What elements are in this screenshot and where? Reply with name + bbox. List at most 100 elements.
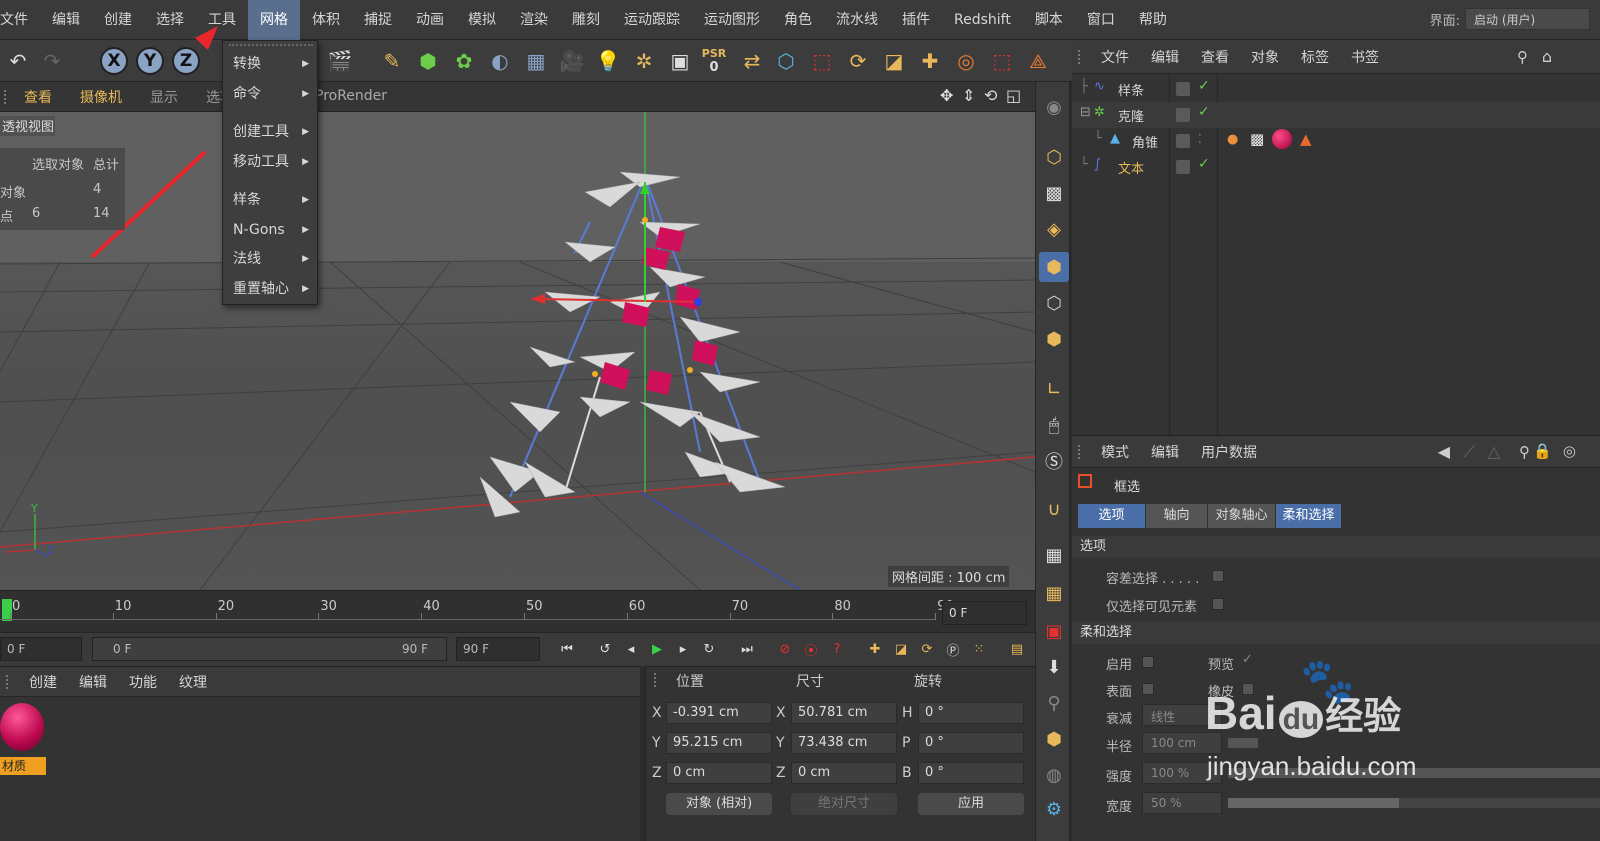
enabled-check-icon[interactable]: ✓: [1198, 104, 1210, 120]
enable-checkbox[interactable]: [1142, 656, 1154, 668]
mat-menu-create[interactable]: 创建: [18, 672, 68, 692]
axis-mode-icon[interactable]: ∟: [1039, 374, 1069, 404]
key-param-icon[interactable]: Ⓟ: [942, 638, 964, 660]
visibility-dots-icon[interactable]: ⁚: [1198, 132, 1202, 146]
key-pla-icon[interactable]: ⁙: [968, 638, 990, 660]
dropdown-item-7[interactable]: 重置轴心 ▶: [223, 276, 319, 302]
position-x-field[interactable]: -0.391 cm: [666, 702, 772, 724]
mat-menu-texture[interactable]: 纹理: [168, 672, 218, 692]
apply-button[interactable]: 应用: [918, 793, 1024, 815]
light-icon[interactable]: 💡: [592, 45, 624, 77]
visible-only-checkbox[interactable]: [1212, 598, 1224, 610]
width-field[interactable]: 50 %: [1142, 792, 1222, 814]
menu-item-18[interactable]: 脚本: [1023, 0, 1075, 40]
width-slider-track[interactable]: [1228, 798, 1600, 808]
camera-icon[interactable]: 🎥: [556, 45, 588, 77]
search-icon[interactable]: ⚲: [1517, 48, 1528, 66]
menu-item-13[interactable]: 运动图形: [692, 0, 772, 40]
size-mode-select[interactable]: 绝对尺寸: [791, 793, 897, 815]
layout-select[interactable]: 启动 (用户): [1465, 8, 1590, 30]
move-icon[interactable]: ✚: [914, 45, 946, 77]
play-icon[interactable]: ▶: [646, 638, 668, 660]
object-row-pyramid[interactable]: └ ▲ 角锥 ⁚ ● ▩ ▲: [1072, 128, 1600, 154]
menu-item-1[interactable]: 编辑: [40, 0, 92, 40]
workplane-lock-icon[interactable]: ▦: [1039, 578, 1069, 608]
current-frame-field[interactable]: 0 F: [942, 601, 1027, 625]
layer-flag[interactable]: [1176, 134, 1190, 148]
download-icon[interactable]: ⬇: [1039, 652, 1069, 682]
object-row-text[interactable]: └ ∫ 文本 ✓: [1072, 154, 1600, 180]
enabled-check-icon[interactable]: ✓: [1198, 156, 1210, 172]
undo-icon[interactable]: ↶: [2, 45, 34, 77]
object-mode-cube-icon[interactable]: ⬡: [770, 45, 802, 77]
dropdown-item-5[interactable]: N-Gons ▶: [223, 217, 319, 243]
layer-flag[interactable]: [1176, 82, 1190, 96]
range-slider[interactable]: 0 F 90 F: [92, 637, 447, 661]
viewport-move-icon[interactable]: ✥: [940, 86, 953, 105]
position-z-field[interactable]: 0 cm: [666, 762, 772, 784]
texture-tag-icon[interactable]: ▩: [1250, 130, 1264, 148]
prev-key-icon[interactable]: ↺: [594, 638, 616, 660]
om-menu-edit[interactable]: 编辑: [1140, 47, 1190, 67]
key-position-icon[interactable]: ✚: [864, 638, 886, 660]
mat-menu-edit[interactable]: 编辑: [68, 672, 118, 692]
dropdown-item-4[interactable]: 样条 ▶: [223, 187, 319, 213]
tolerance-checkbox[interactable]: [1212, 570, 1224, 582]
tab-soft-selection[interactable]: 柔和选择: [1276, 504, 1342, 528]
material-preview[interactable]: [0, 703, 44, 751]
viewport-3d[interactable]: Y Z: [0, 112, 1035, 590]
rectangle-selection-icon[interactable]: ⬚: [986, 45, 1018, 77]
om-menu-view[interactable]: 查看: [1190, 47, 1240, 67]
gizmo-z[interactable]: [694, 298, 702, 306]
tab-object-axis[interactable]: 对象轴心: [1208, 504, 1276, 528]
forward-arrow-icon[interactable]: ⟋: [1464, 442, 1475, 462]
viewport-orbit-icon[interactable]: ⟲: [984, 86, 997, 105]
deformer-icon[interactable]: ◐: [484, 45, 516, 77]
size-z-field[interactable]: 0 cm: [791, 762, 897, 784]
viewport-maximize-icon[interactable]: ◱: [1006, 86, 1021, 105]
layer-flag[interactable]: [1176, 108, 1190, 122]
dropdown-item-0[interactable]: 转换 ▶: [223, 51, 319, 77]
points-mode-icon[interactable]: ⬢: [1039, 252, 1069, 282]
menu-item-12[interactable]: 运动跟踪: [612, 0, 692, 40]
autokey-icon[interactable]: ⦿: [800, 638, 822, 660]
size-x-field[interactable]: 50.781 cm: [791, 702, 897, 724]
render-settings-icon[interactable]: 🎬: [324, 45, 356, 77]
size-y-field[interactable]: 73.438 cm: [791, 732, 897, 754]
phong-tag-icon[interactable]: ●: [1227, 132, 1238, 147]
selection-box-icon[interactable]: ⬚: [806, 45, 838, 77]
material-name-label[interactable]: 材质: [0, 757, 46, 775]
surface-checkbox[interactable]: [1142, 683, 1154, 695]
up-arrow-icon[interactable]: △: [1488, 442, 1500, 461]
renderer-label[interactable]: ProRender: [315, 88, 387, 104]
om-menu-file[interactable]: 文件: [1090, 47, 1140, 67]
rotation-h-field[interactable]: 0 °: [918, 702, 1024, 724]
viewport-menu-view[interactable]: 查看: [10, 87, 66, 107]
next-key-icon[interactable]: ↻: [698, 638, 720, 660]
cube-generator-icon[interactable]: ⬢: [412, 45, 444, 77]
dropdown-tearoff[interactable]: [229, 44, 313, 48]
scatter-icon[interactable]: ✲: [628, 45, 660, 77]
back-arrow-icon[interactable]: ◀: [1438, 442, 1450, 461]
goto-start-icon[interactable]: ⏮: [556, 638, 578, 660]
start-frame-field[interactable]: 0 F: [0, 637, 82, 661]
menu-item-8[interactable]: 动画: [404, 0, 456, 40]
model-mode-icon[interactable]: ⬡: [1039, 142, 1069, 172]
key-rotation-icon[interactable]: ⟳: [916, 638, 938, 660]
search-icon[interactable]: ⚲: [1519, 443, 1530, 461]
dropdown-item-2[interactable]: 创建工具 ▶: [223, 119, 319, 145]
om-menu-bookmarks[interactable]: 书签: [1340, 47, 1390, 67]
psr-button[interactable]: PSR 0: [698, 45, 730, 77]
tab-options[interactable]: 选项: [1078, 504, 1146, 528]
python-icon[interactable]: ⚙: [1039, 794, 1069, 824]
menu-item-15[interactable]: 流水线: [824, 0, 890, 40]
expand-icon[interactable]: ⊟: [1080, 105, 1091, 120]
rotation-b-field[interactable]: 0 °: [918, 762, 1024, 784]
timeline[interactable]: 0102030405060708090 0 F: [0, 590, 1035, 632]
gizmo-x-arrow[interactable]: [530, 294, 545, 304]
axis-x-button[interactable]: X: [98, 45, 130, 77]
rotation-p-field[interactable]: 0 °: [918, 732, 1024, 754]
polygons-mode-icon[interactable]: ⬢: [1039, 324, 1069, 354]
lasso-icon[interactable]: ⟁: [1022, 45, 1054, 77]
key-scale-icon[interactable]: ◪: [890, 638, 912, 660]
